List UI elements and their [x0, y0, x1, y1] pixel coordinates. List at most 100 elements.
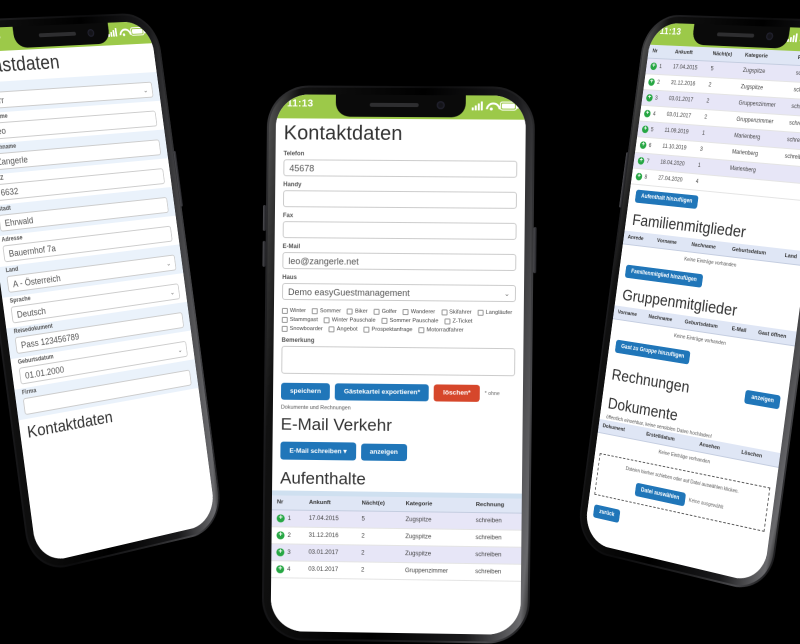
field-input-fax[interactable] [282, 221, 517, 240]
cell-naechte: 2 [703, 77, 738, 96]
earpiece-speaker [717, 32, 754, 38]
remark-group: Bemerkung [273, 336, 523, 381]
cell-naechte: 5 [356, 510, 401, 529]
expand-row-icon[interactable]: + [276, 548, 285, 557]
checkbox-label: Angebot [336, 326, 358, 333]
checkbox-label: Biker [354, 308, 368, 315]
cell-naechte: 2 [356, 527, 401, 546]
checkbox-wanderer[interactable]: Wanderer [402, 309, 435, 316]
expand-row-icon[interactable]: + [276, 565, 285, 574]
expand-row-icon[interactable]: + [276, 531, 285, 540]
show-invoices-button[interactable]: anzeigen [744, 389, 781, 410]
expand-row-icon[interactable]: + [639, 141, 647, 150]
checkbox-label: Z-Ticket [452, 318, 473, 325]
cell-ankunft: 03.01.2017 [303, 561, 357, 579]
stays-section-heading: Aufenthalte [280, 468, 366, 489]
caret-down-icon: ▾ [343, 448, 347, 456]
table-body: +1 17.04.2015 5 Zugspitze schreiben +2 31.12.2… [630, 58, 800, 202]
checkbox-golfer[interactable]: Golfer [373, 308, 397, 315]
cell-kategorie: Gruppenzimmer [399, 562, 471, 581]
expand-row-icon[interactable]: + [635, 172, 643, 181]
field-label: Handy [283, 182, 302, 189]
cell-rechnung[interactable]: schreiben [470, 546, 522, 565]
contact-data-page: Kontaktdaten Telefon 45678 Handy Fax E-Mail l… [270, 118, 526, 635]
checkbox-skifahrer[interactable]: Skifahrer [441, 309, 472, 316]
checkbox-label: Winter Pauschale [331, 317, 376, 324]
choose-file-button[interactable]: Datei auswählen [634, 482, 686, 507]
checkbox-winter-pauschale[interactable]: Winter Pauschale [323, 317, 376, 324]
expand-row-icon[interactable]: + [649, 62, 658, 71]
field-input-telefon[interactable]: 45678 [283, 159, 518, 178]
field-group-telefon: Telefon 45678 [275, 149, 525, 182]
field-label: Haus [282, 274, 297, 282]
column-header: Rechnung [470, 497, 522, 514]
chevron-down-icon: ⌄ [142, 87, 149, 94]
expand-row-icon[interactable]: + [645, 93, 654, 102]
delete-button[interactable]: löschen* [434, 384, 480, 402]
cell-naechte: 2 [355, 561, 401, 580]
stays-table: Nr Ankunft Nächt(e) Kategorie Rechnung +1 17.… [271, 495, 522, 582]
power-button-center[interactable] [533, 227, 537, 274]
column-header: Nr [271, 495, 305, 511]
cell-ankunft: 03.01.2017 [303, 544, 357, 562]
cell-naechte: 5 [705, 61, 740, 79]
status-icons [471, 101, 517, 111]
battery-icon [499, 101, 517, 111]
checkbox-label: Stammgast [289, 316, 318, 324]
earpiece-speaker [38, 31, 76, 38]
status-icons [107, 26, 145, 37]
checkbox-angebot[interactable]: Angebot [328, 326, 358, 333]
checkbox-biker[interactable]: Biker [346, 308, 368, 315]
checkbox-langl-ufer[interactable]: Langläufer [477, 309, 512, 316]
expand-row-icon[interactable]: + [637, 156, 645, 165]
cell-nr: +3 [641, 89, 666, 107]
checkbox-box [402, 309, 409, 316]
cell-nr: +1 [645, 58, 670, 76]
add-stay-button[interactable]: Aufenthalt hinzufügen [634, 189, 699, 210]
phone-right: 11:13 Nr Ankunft Nächt(e) Kategorie Rechnung… [575, 13, 800, 596]
checkbox-prospektanfrage[interactable]: Prospektanfrage [363, 326, 413, 333]
checkbox-winter[interactable]: Winter [281, 307, 306, 314]
volume-down-button[interactable] [262, 240, 266, 267]
table-row[interactable]: +4 03.01.2017 2 Gruppenzimmer schreiben [271, 560, 522, 582]
cell-nr: +1 [271, 509, 304, 528]
checkbox-sommer-pauschale[interactable]: Sommer Pauschale [381, 317, 439, 325]
write-email-button[interactable]: E-Mail schreiben ▾ [280, 441, 356, 461]
field-input-handy[interactable] [282, 190, 518, 209]
checkbox-stammgast[interactable]: Stammgast [281, 316, 318, 324]
field-input-haus[interactable]: Demo easyGuestmanagement ⌄ [281, 282, 517, 303]
checkbox-sommer[interactable]: Sommer [311, 308, 341, 314]
expand-row-icon[interactable]: + [647, 78, 656, 86]
field-group-handy: Handy [275, 180, 525, 213]
show-emails-button[interactable]: anzeigen [360, 443, 407, 461]
field-input-e-mail[interactable]: leo@zangerle.net [282, 252, 517, 272]
expand-row-icon[interactable]: + [643, 109, 652, 118]
cell-nr: +2 [643, 73, 668, 91]
checkbox-snowboarder[interactable]: Snowboarder [281, 325, 323, 333]
expand-row-icon[interactable]: + [276, 514, 285, 523]
footnote-asterisk: * ohne [484, 390, 500, 397]
checkbox-label: Snowboarder [289, 325, 323, 333]
checkbox-label: Golfer [381, 308, 397, 315]
cell-rechnung[interactable]: schreiben [470, 512, 522, 531]
checkbox-box [328, 326, 335, 333]
save-button[interactable]: speichern [280, 382, 331, 401]
cell-nr: +4 [639, 105, 664, 123]
checkbox-motorradfahrer[interactable]: Motorradfahrer [418, 327, 464, 334]
remark-textarea[interactable] [281, 345, 516, 377]
checkbox-box [418, 327, 425, 334]
back-button[interactable]: zurück [592, 504, 621, 524]
screenshot-stage: 11:13 Gastdaten AnredeHerr⌄VornameLeoNac… [0, 0, 800, 644]
volume-up-button[interactable] [262, 204, 267, 231]
cell-rechnung[interactable]: schreiben [470, 529, 522, 548]
export-guest-card-button[interactable]: Gästekartei exportieren* [334, 383, 430, 402]
checkbox-box [281, 316, 288, 323]
phone-center-screen: 11:13 Kontaktdaten Telefon 45678 Handy Fax E… [270, 94, 527, 635]
front-camera [765, 32, 774, 41]
checkbox-label: Sommer Pauschale [389, 317, 439, 325]
field-label: Telefon [283, 151, 305, 158]
cell-kategorie: Zugspitze [400, 511, 471, 530]
cell-rechnung[interactable]: schreiben [470, 563, 522, 582]
checkbox-z-ticket[interactable]: Z-Ticket [444, 318, 473, 325]
expand-row-icon[interactable]: + [641, 125, 649, 134]
